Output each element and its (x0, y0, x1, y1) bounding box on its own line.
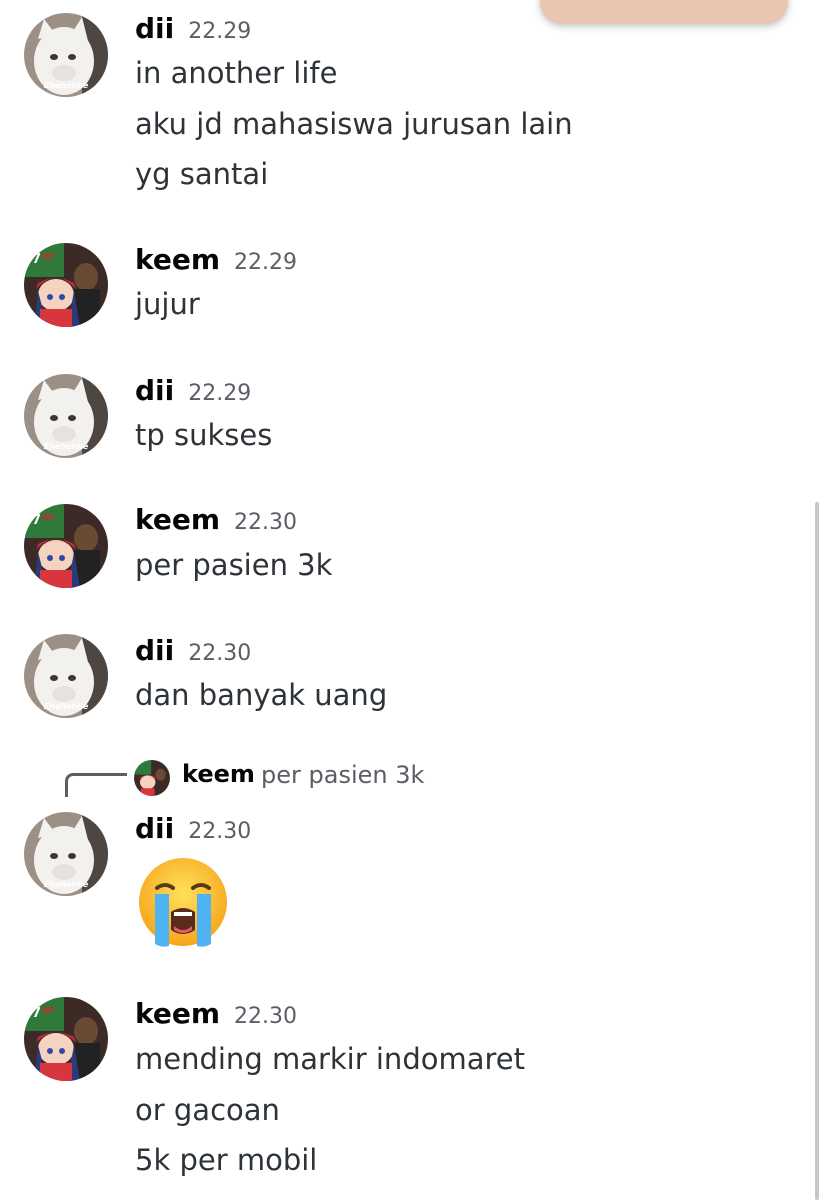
avatar-caption: Ehehehhe (44, 702, 89, 711)
message-text: dan banyak uang (135, 678, 388, 712)
message-text: mending markir indomaret (135, 1042, 525, 1076)
avatar[interactable]: 7 UP (24, 243, 108, 327)
message-text: aku jd mahasiswa jurusan lain (135, 107, 573, 141)
reply-username[interactable]: keem (182, 760, 255, 788)
timestamp: 22.30 (234, 1004, 298, 1029)
loudly-crying-face-emoji (135, 854, 231, 950)
floating-card[interactable] (540, 0, 788, 24)
anime-avatar-icon (134, 760, 170, 796)
username[interactable]: dii (135, 812, 174, 845)
username[interactable]: dii (135, 634, 174, 667)
message-text: tp sukses (135, 418, 273, 452)
svg-text:UP: UP (42, 1006, 54, 1015)
message-text: per pasien 3k (135, 548, 333, 582)
message-text: jujur (135, 287, 200, 321)
avatar[interactable]: Ehehehhe (24, 812, 108, 896)
svg-text:UP: UP (42, 252, 54, 261)
avatar-caption: Ehehehhe (44, 81, 89, 90)
timestamp: 22.29 (188, 19, 252, 44)
cat-avatar-icon: Ehehehhe (24, 812, 108, 896)
cat-avatar-icon: Ehehehhe (24, 374, 108, 458)
anime-avatar-icon: 7 UP (24, 997, 108, 1081)
timestamp: 22.29 (188, 381, 252, 406)
message-text: in another life (135, 56, 338, 90)
anime-avatar-icon: 7 UP (24, 243, 108, 327)
timestamp: 22.30 (188, 819, 252, 844)
timestamp: 22.30 (188, 641, 252, 666)
username[interactable]: keem (135, 503, 220, 536)
avatar[interactable]: 7 UP (24, 504, 108, 588)
svg-text:7: 7 (32, 252, 41, 267)
avatar-caption: Ehehehhe (44, 880, 89, 889)
avatar[interactable]: Ehehehhe (24, 634, 108, 718)
svg-text:UP: UP (42, 513, 54, 522)
timestamp: 22.30 (234, 510, 298, 535)
cat-avatar-icon: Ehehehhe (24, 634, 108, 718)
svg-text:7: 7 (32, 513, 41, 528)
username[interactable]: dii (135, 12, 174, 45)
scrollbar[interactable] (815, 502, 819, 1200)
reply-avatar[interactable] (134, 760, 170, 796)
avatar[interactable]: Ehehehhe (24, 374, 108, 458)
reply-spine (65, 773, 127, 797)
cat-avatar-icon: Ehehehhe (24, 13, 108, 97)
avatar[interactable]: Ehehehhe (24, 13, 108, 97)
anime-avatar-icon: 7 UP (24, 504, 108, 588)
avatar[interactable]: 7 UP (24, 997, 108, 1081)
timestamp: 22.29 (234, 250, 298, 275)
username[interactable]: dii (135, 374, 174, 407)
message-text: 5k per mobil (135, 1143, 318, 1177)
message-text: yg santai (135, 157, 269, 191)
svg-text:7: 7 (32, 1006, 41, 1021)
message-text: or gacoan (135, 1093, 280, 1127)
avatar-caption: Ehehehhe (44, 442, 89, 451)
username[interactable]: keem (135, 997, 220, 1030)
reply-preview-text[interactable]: per pasien 3k (261, 761, 424, 789)
username[interactable]: keem (135, 243, 220, 276)
